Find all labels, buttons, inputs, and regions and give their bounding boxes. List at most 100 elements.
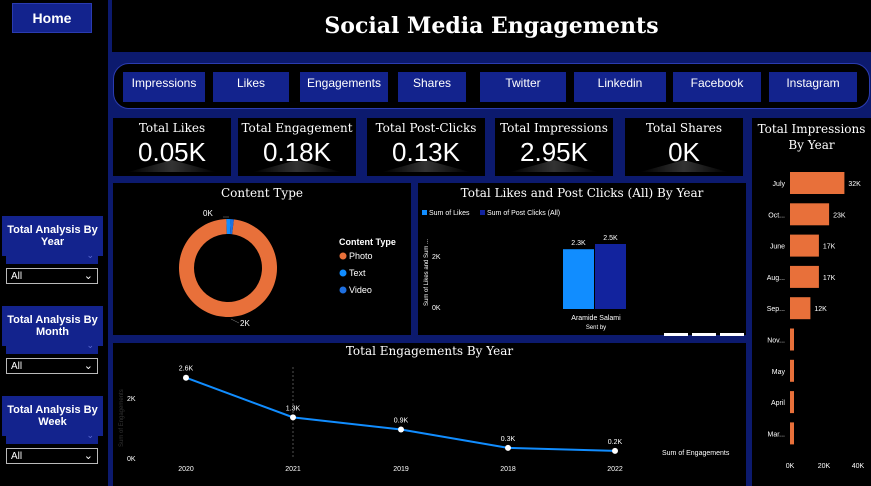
y-category-label: May — [772, 369, 786, 376]
y-category-label: Oct... — [768, 212, 785, 219]
kpi-value: 0.13K — [392, 137, 460, 167]
filter-year-search[interactable]: ⌄ — [6, 250, 98, 264]
chevron-down-icon: ⌄ — [86, 250, 94, 260]
filter-month-select[interactable]: All ⌄ — [6, 358, 98, 374]
filter-week-search[interactable]: ⌄ — [6, 430, 98, 444]
y-category-label: Aug... — [767, 275, 785, 282]
kpi-total-impressions: Total Impressions 2.95K — [495, 118, 613, 176]
engagement-line — [185, 376, 616, 452]
likes-clicks-panel: Total Likes and Post Clicks (All) By Yea… — [418, 183, 746, 336]
nav-facebook[interactable]: Facebook — [673, 72, 761, 102]
x-tick-label: 2020 — [178, 466, 194, 473]
legend-text[interactable]: Text — [349, 268, 366, 278]
impression-bar[interactable] — [790, 234, 819, 257]
impression-bar[interactable] — [790, 297, 811, 320]
legend-dot-likes — [422, 210, 427, 215]
impressions-title: Total Impressions By Year — [757, 122, 866, 152]
impression-bar[interactable] — [790, 265, 819, 288]
nav-instagram[interactable]: Instagram — [769, 72, 857, 102]
impression-bar[interactable] — [790, 391, 794, 414]
chevron-down-icon: ⌄ — [83, 360, 93, 372]
likes-clicks-title: Total Likes and Post Clicks (All) By Yea… — [460, 186, 704, 200]
legend-dot-video — [339, 286, 347, 294]
line-data-label: 1.3K — [286, 405, 301, 412]
legend-photo[interactable]: Photo — [349, 251, 373, 261]
bar-data-label: 32K — [848, 181, 861, 188]
impression-bar[interactable] — [790, 422, 794, 445]
x-tick-label: 2022 — [607, 466, 623, 473]
scroll-handle[interactable] — [692, 333, 716, 336]
kpi-label: Total Impressions — [500, 121, 608, 135]
kpi-label: Total Engagement — [241, 121, 353, 135]
x-tick-20k: 20K — [818, 463, 831, 470]
home-button[interactable]: Home — [12, 3, 92, 33]
legend-dot-clicks — [480, 210, 485, 215]
nav-linkedin[interactable]: Linkedin — [574, 72, 666, 102]
chevron-down-icon: ⌄ — [83, 450, 93, 462]
line-point[interactable] — [505, 444, 511, 451]
series-label: Sum of Engagements — [662, 450, 730, 457]
nav-impressions[interactable]: Impressions — [123, 72, 205, 102]
filter-month-value: All — [11, 360, 23, 372]
page-title: Social Media Engagements — [112, 0, 871, 52]
bar-data-label: 2.5K — [603, 235, 618, 242]
engagements-panel: Total Engagements By Year Sum of Engagem… — [113, 343, 746, 486]
line-data-label: 0.3K — [501, 436, 516, 443]
filter-year-value: All — [11, 270, 23, 282]
y-tick-2k: 2K — [127, 396, 136, 403]
chevron-down-icon: ⌄ — [83, 270, 93, 282]
line-point[interactable] — [183, 374, 189, 381]
kpi-value: 2.95K — [520, 137, 588, 167]
y-category-label: Mar... — [767, 431, 785, 438]
nav-engagements[interactable]: Engagements — [300, 72, 388, 102]
y-tick-0k: 0K — [432, 305, 441, 312]
impression-bar[interactable] — [790, 172, 845, 194]
donut-label-large: 2K — [240, 319, 250, 328]
y-category-label: July — [773, 181, 786, 188]
content-type-chart: 0K 2K Content Type Photo Text Video — [179, 209, 396, 328]
bar-data-label: 17K — [823, 244, 836, 251]
y-category-label: Sep... — [767, 306, 785, 313]
filter-week-select[interactable]: All ⌄ — [6, 448, 98, 464]
bar-data-label: 23K — [833, 212, 846, 219]
impressions-chart: July 32K Oct... 23K June 17K Aug... 17K Sep... 12… — [767, 172, 865, 470]
nav-likes[interactable]: Likes — [213, 72, 289, 102]
likes-clicks-chart: Sum of Likes Sum of Post Clicks (All) Su… — [422, 210, 744, 336]
kpi-label: Total Shares — [645, 121, 723, 135]
scroll-handle[interactable] — [720, 333, 744, 336]
impressions-panel: Total Impressions By Year July 32K Oct... 2… — [752, 118, 871, 486]
filter-month-search[interactable]: ⌄ — [6, 340, 98, 354]
impression-bar[interactable] — [790, 328, 794, 351]
line-data-label: 2.6K — [179, 366, 194, 373]
bar-data-label: 17K — [823, 275, 836, 282]
legend-dot-photo — [339, 252, 347, 260]
x-tick-0k: 0K — [786, 463, 795, 470]
bar-post-clicks[interactable] — [595, 244, 626, 309]
scroll-handle[interactable] — [664, 333, 688, 336]
bar-likes[interactable] — [563, 249, 594, 309]
legend-likes[interactable]: Sum of Likes — [429, 210, 470, 217]
impression-bar[interactable] — [790, 359, 794, 382]
kpi-total-shares: Total Shares 0K — [625, 118, 743, 176]
legend-video[interactable]: Video — [349, 285, 372, 295]
legend-clicks[interactable]: Sum of Post Clicks (All) — [487, 210, 560, 217]
x-tick-40k: 40K — [852, 463, 865, 470]
line-point[interactable] — [290, 414, 296, 421]
line-point[interactable] — [398, 426, 404, 433]
impression-bar[interactable] — [790, 203, 830, 226]
kpi-value: 0K — [668, 137, 700, 167]
kpi-total-post-clicks: Total Post-Clicks 0.13K — [367, 118, 485, 176]
bar-data-label: 2.3K — [571, 240, 586, 247]
y-category-label: Nov... — [767, 338, 785, 345]
legend-title: Content Type — [339, 237, 396, 247]
x-tick-label: 2019 — [393, 466, 409, 473]
y-category-label: June — [770, 244, 785, 251]
kpi-value: 0.05K — [138, 137, 206, 167]
nav-twitter[interactable]: Twitter — [480, 72, 566, 102]
line-point[interactable] — [612, 447, 618, 454]
bar-data-label: 12K — [814, 306, 827, 313]
content-type-title: Content Type — [221, 186, 303, 200]
filter-week-value: All — [11, 450, 23, 462]
filter-year-select[interactable]: All ⌄ — [6, 268, 98, 284]
nav-shares[interactable]: Shares — [398, 72, 466, 102]
